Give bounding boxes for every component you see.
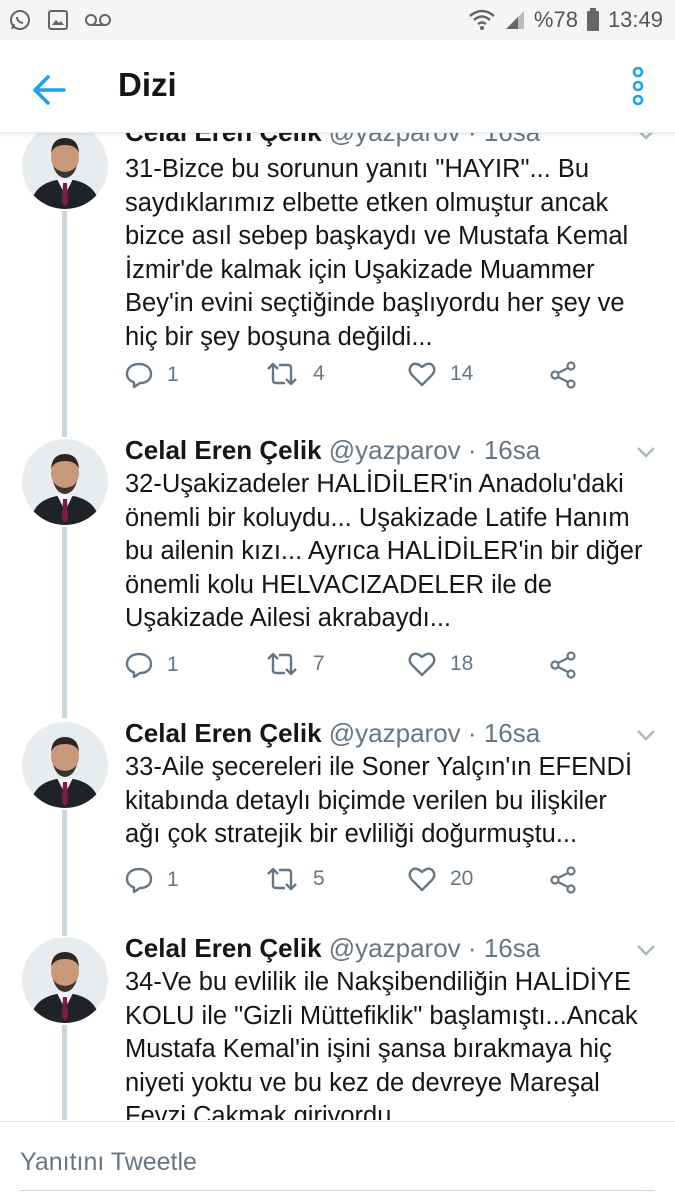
author-name[interactable]: Celal Eren Çelik [125, 133, 322, 147]
status-bar: %78 13:49 [0, 0, 675, 40]
reply-button[interactable]: 1 [125, 361, 179, 389]
thread-line [62, 810, 67, 936]
back-button[interactable] [30, 70, 70, 110]
tweet-actions: 1 7 18 [125, 651, 595, 691]
share-button[interactable] [549, 361, 577, 389]
tweet[interactable]: Celal Eren Çelik @yazparov · 16sa 34-Ve … [0, 933, 675, 1120]
tweet-header: Celal Eren Çelik @yazparov · 16sa [125, 435, 540, 466]
separator: · [467, 718, 477, 748]
like-count: 14 [450, 362, 474, 385]
signal-icon [504, 9, 526, 31]
author-handle[interactable]: @yazparov [329, 718, 461, 748]
tweet[interactable]: Celal Eren Çelik @yazparov · 16sa 32-Uşa… [0, 423, 675, 718]
retweet-button[interactable]: 7 [265, 651, 325, 677]
tweet-text: 31-Bizce bu sorunun yanıtı "HAYIR"... Bu… [125, 155, 629, 351]
wifi-icon [468, 9, 496, 31]
like-button[interactable]: 14 [408, 361, 473, 387]
reply-input[interactable]: Yanıtını Tweetle [20, 1148, 197, 1177]
avatar[interactable] [22, 133, 108, 209]
avatar[interactable] [22, 722, 108, 808]
thread-line [62, 1025, 67, 1120]
author-name[interactable]: Celal Eren Çelik [125, 435, 322, 465]
share-button[interactable] [549, 651, 577, 679]
more-options-button[interactable] [628, 66, 648, 110]
reply-bar: Yanıtını Tweetle [0, 1121, 675, 1201]
like-button[interactable]: 20 [408, 866, 473, 892]
author-handle[interactable]: @yazparov [329, 435, 461, 465]
reply-input-underline [20, 1190, 655, 1191]
tweet-text: 33-Aile şecereleri ile Soner Yalçın'ın E… [125, 753, 633, 849]
reply-icon [125, 362, 153, 389]
tweet-time: 16sa [484, 133, 540, 147]
author-handle[interactable]: @yazparov [329, 133, 461, 147]
tweet-time: 16sa [483, 933, 541, 963]
tweet-actions: 1 5 20 [125, 866, 595, 906]
thread-line [62, 211, 67, 423]
whatsapp-icon [8, 8, 32, 32]
reply-icon [125, 652, 153, 679]
retweet-button[interactable]: 5 [265, 866, 325, 892]
tweet-actions: 1 4 14 [125, 361, 595, 401]
share-icon [550, 651, 576, 679]
retweet-count: 5 [313, 867, 325, 890]
tweet-time: 16sa [483, 718, 541, 748]
voicemail-icon [84, 10, 112, 30]
chevron-down-icon[interactable] [636, 728, 656, 742]
like-count: 18 [450, 652, 474, 675]
tweet[interactable]: Celal Eren Çelik @yazparov · 16sa 31-Biz… [0, 133, 675, 423]
author-name[interactable]: Celal Eren Çelik [125, 933, 322, 963]
separator: · [467, 435, 477, 465]
avatar[interactable] [22, 439, 108, 525]
heart-icon [408, 867, 436, 892]
like-button[interactable]: 18 [408, 651, 473, 677]
top-app-bar: Dizi [0, 40, 675, 133]
arrow-left-icon [33, 75, 66, 105]
vertical-dots-icon [632, 66, 644, 106]
reply-button[interactable]: 1 [125, 651, 179, 679]
author-handle[interactable]: @yazparov [329, 933, 461, 963]
heart-icon [408, 652, 436, 677]
tweet[interactable]: Celal Eren Çelik @yazparov · 16sa 33-Ail… [0, 718, 675, 936]
thread-line [62, 423, 67, 437]
avatar[interactable] [22, 937, 108, 1023]
chevron-down-icon[interactable] [636, 133, 656, 141]
retweet-icon [267, 652, 297, 676]
share-button[interactable] [549, 866, 577, 894]
reply-button[interactable]: 1 [125, 866, 179, 894]
retweet-icon [267, 362, 297, 386]
retweet-count: 7 [313, 652, 325, 675]
reply-count: 1 [167, 653, 179, 676]
chevron-down-icon[interactable] [636, 445, 656, 459]
separator: · [468, 133, 477, 147]
tweet-thread: Celal Eren Çelik @yazparov · 16sa 31-Biz… [0, 133, 675, 1120]
retweet-count: 4 [313, 362, 325, 385]
reply-count: 1 [167, 868, 179, 891]
tweet-text: 34-Ve bu evlilik ile Nakşibendiliğin HAL… [125, 968, 638, 1120]
clock: 13:49 [607, 7, 663, 32]
heart-icon [408, 362, 436, 387]
tweet-header: Celal Eren Çelik @yazparov · 16sa [125, 933, 540, 964]
page-title: Dizi [118, 66, 177, 103]
tweet-header: Celal Eren Çelik @yazparov · 16sa [125, 718, 540, 749]
separator: · [467, 933, 477, 963]
reply-count: 1 [167, 363, 179, 386]
thread-line [62, 527, 67, 718]
tweet-time: 16sa [483, 435, 541, 465]
chevron-down-icon[interactable] [636, 943, 656, 957]
battery-percent: %78 [533, 7, 578, 32]
author-name[interactable]: Celal Eren Çelik [125, 718, 322, 748]
battery-icon [586, 8, 600, 32]
share-icon [550, 361, 576, 389]
reply-icon [125, 867, 153, 894]
tweet-header: Celal Eren Çelik @yazparov · 16sa [125, 133, 540, 148]
gallery-icon [46, 8, 70, 32]
share-icon [550, 866, 576, 894]
like-count: 20 [450, 867, 474, 890]
retweet-button[interactable]: 4 [265, 361, 325, 387]
retweet-icon [267, 867, 297, 891]
tweet-text: 32-Uşakizadeler HALİDİLER'in Anadolu'dak… [125, 470, 643, 633]
